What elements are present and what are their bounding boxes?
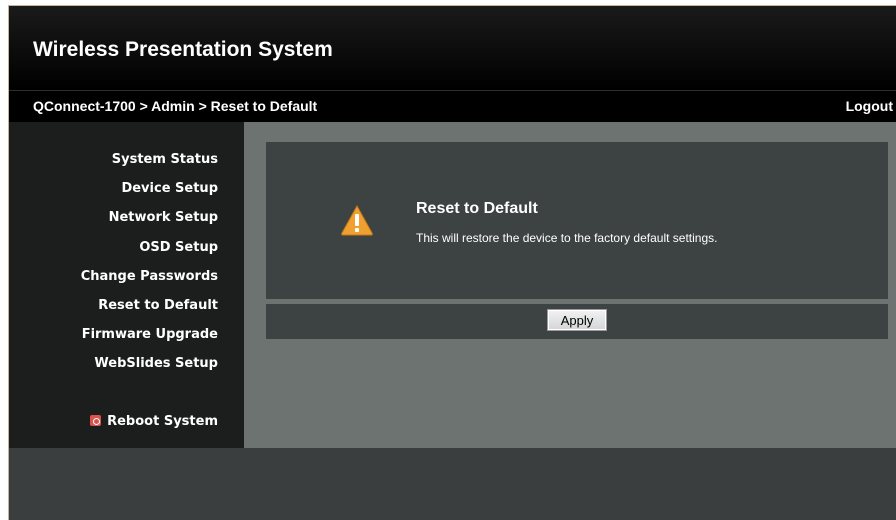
reset-panel: Reset to Default This will restore the d… <box>266 142 888 299</box>
apply-button[interactable]: Apply <box>547 309 607 331</box>
main-content: Reset to Default This will restore the d… <box>244 122 896 448</box>
action-bar: Apply <box>266 304 888 339</box>
breadcrumb-bar: QConnect-1700 > Admin > Reset to Default… <box>9 90 896 122</box>
panel-description: This will restore the device to the fact… <box>416 231 718 245</box>
panel-title: Reset to Default <box>416 200 538 217</box>
sidebar-item-osd-setup[interactable]: OSD Setup <box>139 240 218 255</box>
app-window: Wireless Presentation System QConnect-17… <box>8 5 896 520</box>
warning-icon <box>341 204 373 236</box>
breadcrumb: QConnect-1700 > Admin > Reset to Default <box>33 98 318 114</box>
logout-link[interactable]: Logout <box>846 98 893 114</box>
power-icon <box>90 415 102 426</box>
sidebar-item-network-setup[interactable]: Network Setup <box>109 210 218 225</box>
reboot-system-label: Reboot System <box>107 414 218 429</box>
sidebar: System Status Device Setup Network Setup… <box>9 122 244 448</box>
sidebar-item-system-status[interactable]: System Status <box>112 152 218 167</box>
header: Wireless Presentation System <box>9 6 896 90</box>
sidebar-item-webslides-setup[interactable]: WebSlides Setup <box>94 356 218 371</box>
sidebar-item-change-passwords[interactable]: Change Passwords <box>81 269 218 284</box>
sidebar-item-reset-to-default[interactable]: Reset to Default <box>98 298 218 313</box>
reboot-system-button[interactable]: Reboot System <box>90 414 218 429</box>
footer <box>9 448 896 520</box>
app-title: Wireless Presentation System <box>33 38 333 61</box>
sidebar-item-device-setup[interactable]: Device Setup <box>121 181 218 196</box>
sidebar-item-firmware-upgrade[interactable]: Firmware Upgrade <box>82 327 218 342</box>
